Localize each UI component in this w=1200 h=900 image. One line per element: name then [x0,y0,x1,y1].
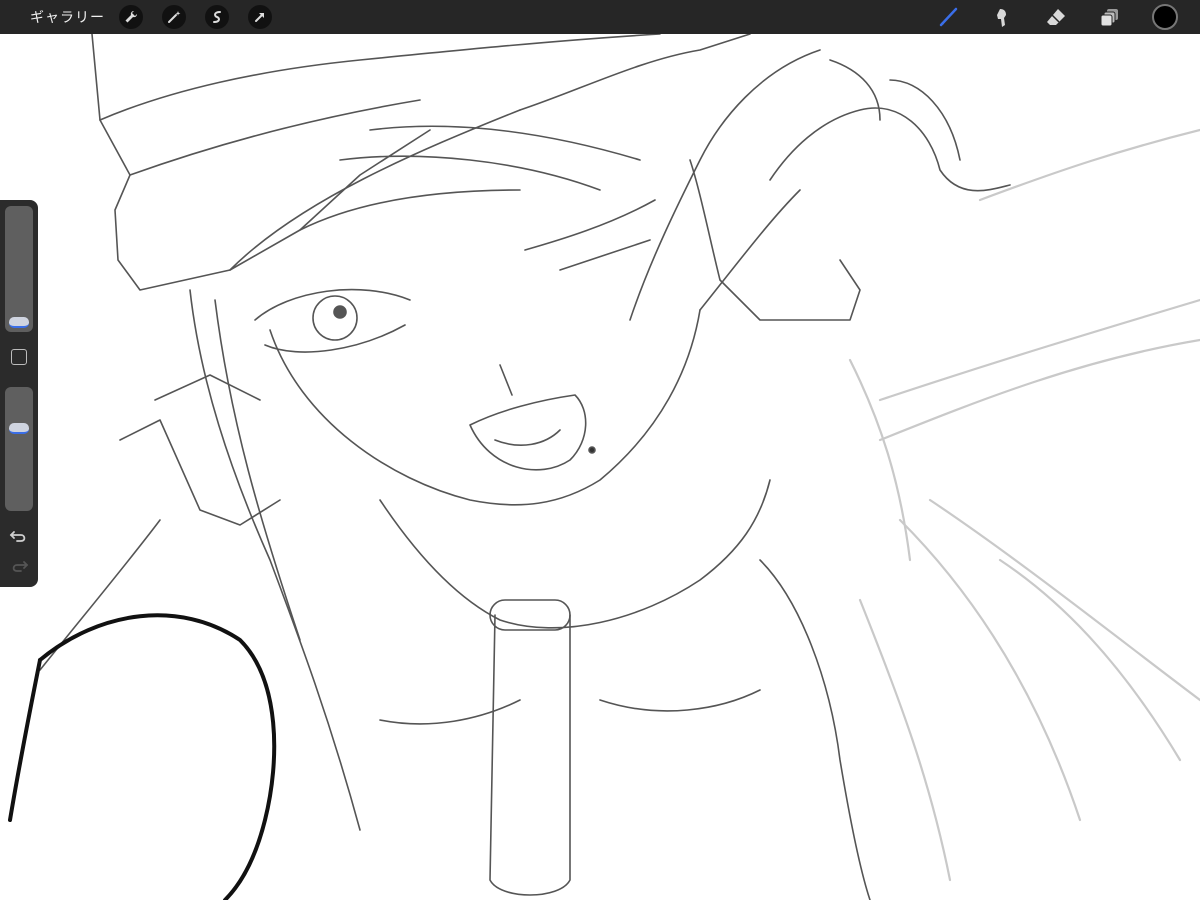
brush-size-thumb[interactable] [9,317,29,328]
modify-button[interactable] [11,349,27,365]
selection-icon [213,11,221,23]
smudge-button[interactable] [990,5,1014,29]
transform-button[interactable] [248,5,272,29]
undo-icon[interactable] [9,528,29,544]
selection-button[interactable] [205,5,229,29]
left-sidebar [0,200,38,587]
wrench-icon [125,10,138,23]
brush-button[interactable] [936,5,960,29]
drawing-canvas[interactable] [0,34,1200,900]
layers-icon [1100,9,1118,27]
gallery-button[interactable]: ギャラリー [30,7,105,27]
top-toolbar: ギャラリー [0,0,1200,34]
eraser-button[interactable] [1044,5,1068,29]
opacity-thumb[interactable] [9,423,29,434]
transform-arrow-icon [255,13,264,22]
brush-icon [939,7,958,27]
opacity-slider[interactable] [5,387,33,511]
color-picker[interactable] [1152,4,1178,30]
redo-icon[interactable] [9,558,29,574]
sketch-drawing [8,34,1200,900]
eraser-icon [1047,9,1065,25]
painting-tools [906,0,1200,34]
brush-size-slider[interactable] [5,206,33,332]
smudge-icon [997,9,1006,27]
layers-button[interactable] [1098,5,1122,29]
adjustments-button[interactable] [162,5,186,29]
magic-wand-icon [168,11,181,23]
actions-button[interactable] [119,5,143,29]
